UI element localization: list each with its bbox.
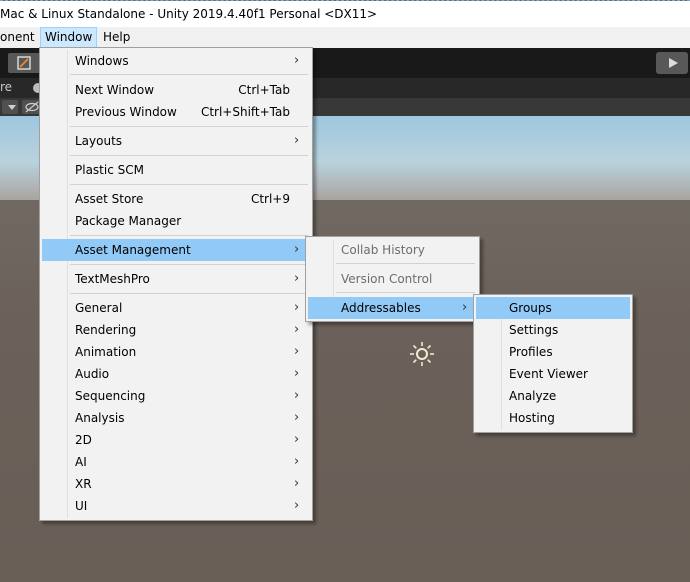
chevron-right-icon: › <box>294 271 300 286</box>
menu-item-sequencing[interactable]: Sequencing › <box>42 385 310 407</box>
menu-bar: onent Window Help <box>0 27 690 48</box>
chevron-right-icon: › <box>294 242 300 257</box>
menu-item-label: Windows <box>75 54 129 68</box>
menu-separator <box>70 293 308 294</box>
menu-item-label: Audio <box>75 367 110 381</box>
chevron-right-icon: › <box>294 388 300 403</box>
menu-item-settings[interactable]: Settings <box>476 319 630 341</box>
menu-item-label: Next Window <box>75 83 155 97</box>
menu-item-label: UI <box>75 499 88 513</box>
menu-separator <box>70 155 308 156</box>
menu-item-label: Settings <box>509 323 559 337</box>
menu-item-package-manager[interactable]: Package Manager <box>42 210 310 232</box>
menu-item-label: Plastic SCM <box>75 163 144 177</box>
menu-item-xr[interactable]: XR › <box>42 473 310 495</box>
eye-icon <box>25 101 39 113</box>
menu-item-animation[interactable]: Animation › <box>42 341 310 363</box>
menu-item-label: General <box>75 301 123 315</box>
menu-item-version-control: Version Control <box>308 268 477 290</box>
menu-item-label: XR <box>75 477 92 491</box>
menu-item-label: Analyze <box>509 389 557 403</box>
toolbar-tool-button[interactable] <box>8 53 42 73</box>
menu-item-shortcut: Ctrl+9 <box>250 192 290 206</box>
menu-component[interactable]: onent <box>0 27 39 48</box>
chevron-right-icon: › <box>294 322 300 337</box>
menu-separator <box>336 263 475 264</box>
menu-separator <box>70 74 308 75</box>
menu-item-plastic-scm[interactable]: Plastic SCM <box>42 159 310 181</box>
menu-item-analyze[interactable]: Analyze <box>476 385 630 407</box>
menu-item-label: Groups <box>509 301 552 315</box>
menu-item-audio[interactable]: Audio › <box>42 363 310 385</box>
menu-item-collab-history: Collab History <box>308 239 477 261</box>
window-title-text: Mac & Linux Standalone - Unity 2019.4.40… <box>0 7 378 21</box>
menu-separator <box>336 292 475 293</box>
menu-item-event-viewer[interactable]: Event Viewer <box>476 363 630 385</box>
chevron-right-icon: › <box>294 133 300 148</box>
chevron-right-icon: › <box>294 432 300 447</box>
menu-item-analysis[interactable]: Analysis › <box>42 407 310 429</box>
menu-item-label: Package Manager <box>75 214 182 228</box>
menu-item-2d[interactable]: 2D › <box>42 429 310 451</box>
menu-item-previous-window[interactable]: Previous Window Ctrl+Shift+Tab <box>42 101 310 123</box>
menu-separator <box>70 184 308 185</box>
chevron-right-icon: › <box>294 53 300 68</box>
menu-item-label: Previous Window <box>75 105 177 119</box>
menu-item-addressables[interactable]: Addressables › <box>308 297 477 319</box>
menu-item-layouts[interactable]: Layouts › <box>42 130 310 152</box>
menu-item-next-window[interactable]: Next Window Ctrl+Tab <box>42 79 310 101</box>
menu-separator <box>70 235 308 236</box>
tab-label-fragment[interactable]: re <box>0 80 12 94</box>
chevron-right-icon: › <box>294 498 300 513</box>
window-title: Mac & Linux Standalone - Unity 2019.4.40… <box>0 1 690 27</box>
menu-item-rendering[interactable]: Rendering › <box>42 319 310 341</box>
menu-item-shortcut: Ctrl+Tab <box>238 83 290 97</box>
menu-item-label: 2D <box>75 433 92 447</box>
menu-item-asset-management[interactable]: Asset Management › <box>42 239 310 261</box>
directional-light-icon[interactable] <box>409 341 435 367</box>
menu-separator <box>70 264 308 265</box>
addressables-submenu: Groups Settings Profiles Event Viewer An… <box>473 294 633 433</box>
menu-item-profiles[interactable]: Profiles <box>476 341 630 363</box>
menu-item-windows[interactable]: Windows › <box>42 50 310 72</box>
chevron-right-icon: › <box>462 300 468 315</box>
menu-item-hosting[interactable]: Hosting <box>476 407 630 429</box>
menu-item-ui[interactable]: UI › <box>42 495 310 517</box>
menu-item-label: Version Control <box>341 272 433 286</box>
menu-item-label: Analysis <box>75 411 125 425</box>
menu-item-label: Asset Store <box>75 192 144 206</box>
menu-item-label: Event Viewer <box>509 367 588 381</box>
menu-item-label: Addressables <box>341 301 421 315</box>
menu-item-shortcut: Ctrl+Shift+Tab <box>200 105 290 119</box>
menu-item-label: Profiles <box>509 345 553 359</box>
menu-item-label: AI <box>75 455 87 469</box>
menu-item-general[interactable]: General › <box>42 297 310 319</box>
menu-item-label: Rendering <box>75 323 137 337</box>
menu-item-label: Layouts <box>75 134 123 148</box>
play-icon <box>669 58 678 68</box>
menu-help[interactable]: Help <box>99 27 134 48</box>
chevron-right-icon: › <box>294 410 300 425</box>
asset-management-submenu: Collab History Version Control Addressab… <box>305 236 480 322</box>
window-menu: Windows › Next Window Ctrl+Tab Previous … <box>39 47 313 521</box>
tool-icon <box>17 56 31 70</box>
chevron-right-icon: › <box>294 366 300 381</box>
menu-item-label: Sequencing <box>75 389 146 403</box>
menu-separator <box>70 126 308 127</box>
menu-window[interactable]: Window <box>40 27 98 48</box>
chevron-right-icon: › <box>294 454 300 469</box>
menu-item-label: Animation <box>75 345 137 359</box>
menu-item-groups[interactable]: Groups <box>476 297 630 319</box>
menu-item-asset-store[interactable]: Asset Store Ctrl+9 <box>42 188 310 210</box>
menu-item-textmeshpro[interactable]: TextMeshPro › <box>42 268 310 290</box>
menu-item-label: Collab History <box>341 243 425 257</box>
chevron-right-icon: › <box>294 476 300 491</box>
chevron-down-icon <box>8 105 16 110</box>
menu-item-ai[interactable]: AI › <box>42 451 310 473</box>
menu-item-label: Hosting <box>509 411 555 425</box>
menu-item-label: Asset Management <box>75 243 191 257</box>
chevron-right-icon: › <box>294 344 300 359</box>
chevron-right-icon: › <box>294 300 300 315</box>
menu-item-label: TextMeshPro <box>75 272 150 286</box>
